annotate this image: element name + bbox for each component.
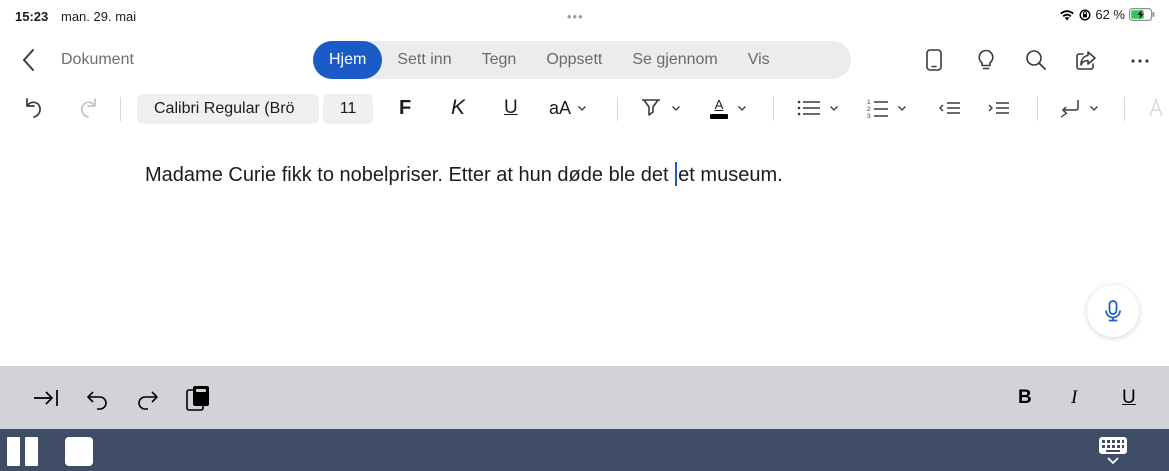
back-icon[interactable]: [18, 47, 40, 73]
decrease-indent-icon[interactable]: [938, 95, 962, 121]
document-paragraph[interactable]: Madame Curie fikk to nobelpriser. Etter …: [145, 162, 783, 187]
divider: [1037, 97, 1038, 121]
bold-button[interactable]: F: [399, 95, 411, 121]
kb-underline-button[interactable]: U: [1122, 384, 1136, 412]
more-icon[interactable]: [1128, 48, 1152, 72]
status-time: 15:23: [15, 9, 49, 24]
chevron-down-icon: [672, 106, 680, 111]
status-date: man. 29. mai: [61, 9, 137, 24]
redo-icon[interactable]: [78, 95, 100, 121]
font-name-field[interactable]: Calibri Regular (Brö: [137, 94, 319, 124]
tab-hjem[interactable]: Hjem: [313, 41, 383, 79]
undo-icon[interactable]: [85, 384, 109, 412]
document-canvas[interactable]: Madame Curie fikk to nobelpriser. Etter …: [0, 140, 1169, 366]
search-icon[interactable]: [1024, 48, 1048, 72]
text-caret: [675, 162, 678, 186]
system-dock: [0, 429, 1169, 471]
keyboard-shortcut-bar: B I U: [0, 366, 1169, 429]
split-view-left-icon[interactable]: [7, 437, 20, 466]
numbering-button[interactable]: 1 2 3: [866, 95, 908, 121]
tab-tegn[interactable]: Tegn: [467, 41, 532, 79]
slide-over-icon[interactable]: [65, 437, 93, 466]
kb-bold-button[interactable]: B: [1018, 384, 1032, 412]
tab-vis[interactable]: Vis: [733, 41, 785, 79]
font-color-letter: A: [714, 96, 724, 112]
italic-button[interactable]: K: [451, 95, 465, 121]
battery-charging-icon: [1129, 8, 1155, 21]
ribbon-tabs: Hjem Sett inn Tegn Oppsett Se gjennom Vi…: [313, 41, 851, 79]
battery-percent: 62 %: [1095, 7, 1125, 22]
font-color-icon: A: [710, 96, 728, 119]
styles-icon[interactable]: [1148, 95, 1166, 121]
tab-oppsett[interactable]: Oppsett: [531, 41, 617, 79]
chevron-down-icon: [898, 106, 906, 111]
bullets-button[interactable]: [796, 95, 840, 121]
divider: [773, 97, 774, 121]
increase-indent-icon[interactable]: [987, 95, 1011, 121]
font-color-swatch: [710, 113, 728, 119]
change-case-label: aA: [549, 97, 572, 118]
document-title[interactable]: Dokument: [61, 51, 134, 69]
share-icon[interactable]: [1074, 48, 1098, 72]
chevron-down-icon: [738, 106, 746, 111]
highlighter-icon: [642, 99, 660, 116]
keyboard-dismiss-icon[interactable]: [1097, 435, 1129, 467]
paragraph-text-after-caret: et museum.: [678, 164, 783, 186]
divider: [617, 97, 618, 121]
microphone-icon: [1105, 300, 1121, 322]
svg-text:2: 2: [867, 106, 871, 113]
wifi-icon: [1060, 9, 1075, 20]
divider: [120, 97, 121, 121]
lightbulb-icon[interactable]: [974, 48, 998, 72]
font-size-field[interactable]: 11: [323, 94, 373, 124]
tab-sett-inn[interactable]: Sett inn: [382, 41, 466, 79]
kb-italic-button[interactable]: I: [1071, 384, 1077, 412]
underline-button[interactable]: U: [504, 95, 518, 121]
bullet-list-icon: [797, 100, 820, 116]
svg-text:3: 3: [867, 113, 871, 119]
phone-view-icon[interactable]: [922, 48, 946, 72]
redo-icon[interactable]: [136, 384, 160, 412]
chevron-down-icon: [1090, 106, 1098, 111]
change-case-button[interactable]: aA: [549, 95, 588, 121]
divider: [1124, 97, 1125, 121]
status-indicators: 62 %: [1059, 7, 1155, 22]
chevron-down-icon: [830, 106, 838, 111]
undo-icon[interactable]: [22, 95, 44, 121]
highlight-button[interactable]: [640, 95, 682, 121]
tab-se-gjennom[interactable]: Se gjennom: [617, 41, 732, 79]
paragraph-text-before-caret: Madame Curie fikk to nobelpriser. Etter …: [145, 164, 675, 186]
dictate-button[interactable]: [1087, 285, 1139, 337]
svg-text:1: 1: [867, 99, 871, 106]
status-bar: 15:23 man. 29. mai ••• 62 %: [0, 0, 1169, 36]
paste-icon[interactable]: [185, 384, 211, 412]
tab-key-icon[interactable]: [32, 384, 60, 412]
ribbon-header: Dokument Hjem Sett inn Tegn Oppsett Se g…: [0, 40, 1169, 80]
formatting-toolbar: Calibri Regular (Brö 11 F K U aA A 1 2 3: [0, 86, 1169, 130]
orientation-lock-icon: [1079, 8, 1091, 21]
split-view-right-icon[interactable]: [25, 437, 38, 466]
numbered-list-icon: 1 2 3: [867, 99, 888, 119]
font-color-button[interactable]: A: [710, 95, 748, 121]
chevron-down-icon: [578, 106, 586, 111]
paragraph-marks-button[interactable]: [1058, 95, 1100, 121]
line-break-icon: [1060, 100, 1079, 118]
multitasking-dots-icon[interactable]: •••: [567, 9, 584, 24]
